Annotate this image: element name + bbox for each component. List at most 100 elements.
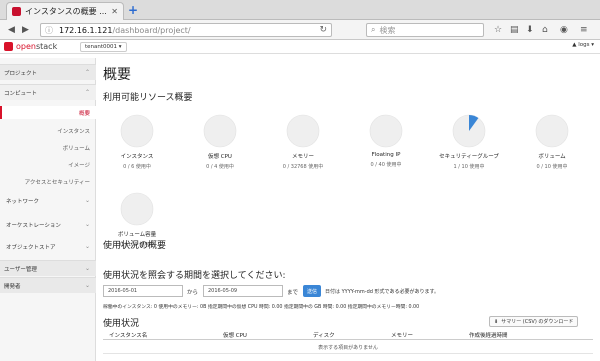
new-tab-icon[interactable]: +: [128, 3, 138, 17]
limit-usage: 0 / 40 使用中: [370, 162, 402, 168]
empty-table-message: 表示する項目がありません: [103, 342, 593, 354]
limit-usage: 0 / 32768 使用中: [282, 164, 324, 170]
download-csv-button[interactable]: ⬇ サマリー (CSV) のダウンロード: [489, 316, 579, 327]
back-icon[interactable]: ◀: [8, 25, 15, 35]
start-date-input[interactable]: 2016-05-01: [103, 285, 183, 297]
logo-text-open: open: [16, 42, 36, 51]
logo-text-stack: stack: [35, 42, 58, 51]
column-header[interactable]: メモリー: [391, 331, 413, 339]
pie-chart-icon: [452, 114, 486, 148]
usage-overview-heading: 使用状況の概要: [103, 241, 167, 251]
browser-navbar: ◀ ▶ ⓘ 172.16.1.121 /dashboard/project/ ↻…: [0, 20, 600, 40]
sidebar-section-developer[interactable]: 開発者 ⌄: [0, 277, 96, 293]
pie-free: [120, 192, 154, 226]
sidebar-item-orchestration[interactable]: オーケストレーション ⌄: [0, 218, 96, 231]
info-icon[interactable]: ⓘ: [45, 25, 53, 36]
limit-label: メモリー: [291, 154, 314, 160]
download-icon: ⬇: [494, 318, 499, 325]
app-header: openstack tenant0001 ▾ ▲ logs ▾: [0, 40, 600, 54]
close-tab-icon[interactable]: ✕: [111, 7, 118, 16]
search-icon: ⌕: [371, 25, 376, 34]
project-selector[interactable]: tenant0001 ▾: [80, 42, 127, 52]
sidebar-item-overview[interactable]: 概要: [0, 106, 96, 119]
chevron-up-icon: ⌃: [84, 69, 90, 76]
limit-usage: 1 / 10 使用中: [453, 164, 485, 170]
browser-tab[interactable]: インスタンスの概要 ... ✕: [6, 2, 124, 20]
pie-chart-icon: [535, 114, 569, 148]
sidebar-item-access-security[interactable]: アクセスとセキュリティー: [0, 175, 96, 188]
limit-usage: 0 / 4 使用中: [206, 164, 234, 170]
sidebar-section-label: ユーザー管理: [4, 266, 37, 273]
column-header[interactable]: 作成後経過時間: [469, 331, 508, 339]
limit-label: ボリューム: [538, 154, 566, 160]
sidebar-item-images[interactable]: イメージ: [0, 158, 96, 171]
sidebar-item-volumes[interactable]: ボリューム: [0, 141, 96, 154]
pocket-icon[interactable]: ◉: [560, 25, 568, 35]
openstack-logo[interactable]: openstack: [4, 42, 57, 51]
limit-label: インスタンス: [120, 154, 154, 160]
tab-title: インスタンスの概要 ...: [25, 7, 107, 16]
limit-pie: Floating IP 0 / 40 使用中: [356, 114, 416, 168]
limit-label: セキュリティーグループ: [439, 154, 499, 160]
limit-usage: 0 / 6 使用中: [123, 164, 151, 170]
end-date-input[interactable]: 2016-05-09: [203, 285, 283, 297]
sidebar-section-label: プロジェクト: [4, 70, 38, 77]
sidebar-item-object-store[interactable]: オブジェクトストア ⌄: [0, 240, 96, 253]
pie-free: [286, 114, 320, 148]
bookmark-star-icon[interactable]: ☆: [494, 25, 502, 35]
sidebar-item-network[interactable]: ネットワーク ⌄: [0, 194, 96, 207]
url-host: 172.16.1.121: [59, 25, 113, 35]
pie-chart-icon: [203, 114, 237, 148]
column-header[interactable]: インスタンス名: [109, 331, 147, 339]
pie-chart-icon: [286, 114, 320, 148]
limit-label: 仮想 CPU: [208, 154, 232, 160]
forward-icon[interactable]: ▶: [22, 25, 29, 35]
to-label: まで: [287, 290, 299, 296]
chevron-down-icon: ⌄: [84, 221, 90, 228]
pie-chart-icon: [369, 114, 403, 148]
download-icon[interactable]: ⬇: [526, 25, 534, 35]
sidebar-section-compute[interactable]: コンピュート ⌃: [0, 84, 96, 100]
clipboard-icon[interactable]: ▤: [510, 25, 519, 35]
pie-chart-icon: [120, 192, 154, 226]
pie-free: [535, 114, 569, 148]
sidebar-section-user-management[interactable]: ユーザー管理 ⌄: [0, 260, 96, 276]
pie-free: [120, 114, 154, 148]
sidebar-sub-label: オブジェクトストア: [6, 244, 56, 251]
chevron-down-icon: ⌄: [84, 265, 90, 272]
user-menu[interactable]: ▲ logs ▾: [572, 42, 594, 48]
download-csv-label: サマリー (CSV) のダウンロード: [501, 319, 574, 325]
search-bar[interactable]: ⌕ 検索: [366, 23, 484, 37]
column-header[interactable]: 仮想 CPU: [223, 331, 247, 339]
pie-free: [369, 114, 403, 148]
menu-icon[interactable]: ≡: [580, 25, 588, 35]
limit-pie: ボリューム 0 / 10 使用中: [522, 114, 582, 170]
limit-label: ボリューム容量: [117, 232, 157, 238]
limit-pie: 仮想 CPU 0 / 4 使用中: [190, 114, 250, 170]
sidebar-item-instances[interactable]: インスタンス: [0, 124, 96, 137]
browser-tabbar: インスタンスの概要 ... ✕ +: [0, 0, 600, 20]
limit-label: Floating IP: [371, 152, 401, 158]
home-icon[interactable]: ⌂: [542, 25, 548, 35]
pie-free: [203, 114, 237, 148]
pie-chart-icon: [120, 114, 154, 148]
search-placeholder: 検索: [379, 25, 396, 35]
limit-pie: セキュリティーグループ 1 / 10 使用中: [439, 114, 499, 170]
favicon-icon: [12, 7, 21, 16]
reload-icon[interactable]: ↻: [319, 25, 327, 35]
chevron-down-icon: ⌄: [84, 197, 90, 204]
chevron-up-icon: ⌃: [84, 89, 90, 96]
limit-pie: メモリー 0 / 32768 使用中: [273, 114, 333, 170]
limits-heading: 利用可能リソース概要: [103, 93, 193, 103]
sidebar-sub-label: オーケストレーション: [6, 222, 61, 229]
from-label: から: [187, 290, 199, 296]
submit-button[interactable]: 送信: [303, 285, 321, 297]
column-header[interactable]: ディスク: [313, 331, 335, 339]
sidebar-section-project[interactable]: プロジェクト ⌃: [0, 64, 96, 80]
usage-summary-line: 稼働中のインスタンス: 0 使用中のメモリー: 0B 指定期間中の仮想 CPU …: [103, 305, 420, 310]
limit-pie: インスタンス 0 / 6 使用中: [107, 114, 167, 170]
sidebar-section-label: 開発者: [4, 283, 21, 290]
sidebar: プロジェクト ⌃ コンピュート ⌃ 概要 インスタンス ボリューム イメージ ア…: [0, 58, 96, 361]
url-bar[interactable]: ⓘ 172.16.1.121 /dashboard/project/ ↻: [40, 23, 332, 37]
openstack-logo-icon: [4, 42, 13, 51]
